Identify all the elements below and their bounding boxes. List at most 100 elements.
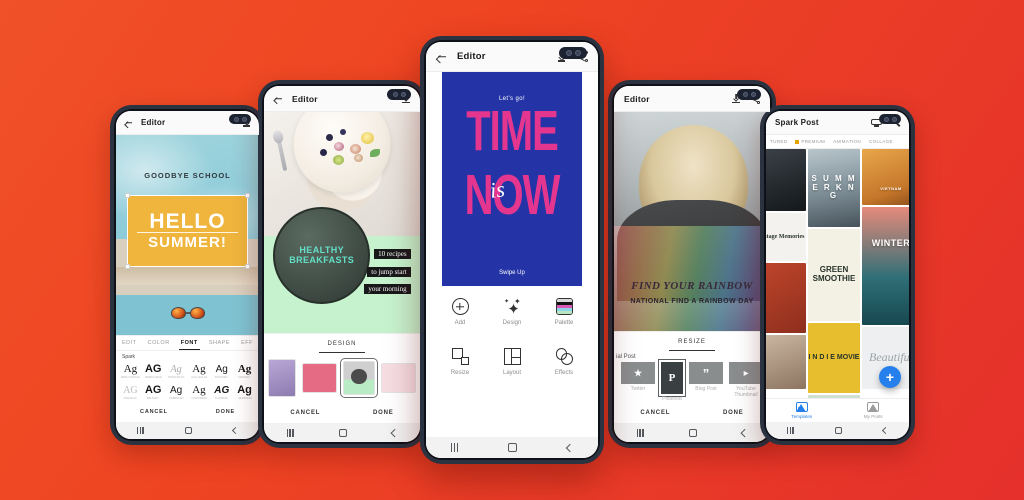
font-option[interactable]: Ag ALBURAN [233,361,256,382]
tool-resize[interactable]: Resize [434,348,486,376]
poster-canvas[interactable]: FIND YOUR RAINBOW NATIONAL FIND A RAINBO… [614,112,770,332]
back-icon[interactable] [124,118,134,128]
font-name: BICKHAM SC [168,374,185,379]
tab-edit[interactable]: EDIT [122,340,137,346]
back-icon[interactable] [436,51,448,63]
font-option[interactable]: AG BEBAS NEUE [142,361,165,382]
resize-handle[interactable] [125,264,131,269]
tab-design[interactable]: DESIGN [264,334,420,353]
tool-add[interactable]: Add [434,298,486,326]
recents-button[interactable] [636,428,644,437]
back-icon[interactable] [273,93,284,104]
resize-option-pinterest[interactable]: P Pinterest [658,359,686,403]
tab-animation[interactable]: ANIMATION [833,139,861,144]
page-title: Editor [141,118,166,127]
tab-shape[interactable]: SHAPE [209,340,230,346]
poster-script-word[interactable]: is [488,176,506,204]
tool-palette[interactable]: Palette [538,298,590,326]
recents-button[interactable] [450,443,459,452]
font-name: ANAFIE SC [123,395,138,400]
done-button[interactable]: DONE [373,410,394,416]
font-option[interactable]: Ag GERMANIA [233,382,256,403]
template-feed[interactable]: Vintage Memories S U M M E R K N G GREEN… [766,149,909,398]
tab-color[interactable]: COLOR [148,340,170,346]
resize-option-twitter[interactable]: ★ Twitter [621,362,655,393]
poster-badge[interactable]: HEALTHY BREAKFASTS [273,207,371,304]
poster-footer[interactable]: Swipe Up [442,270,582,276]
resize-handle[interactable] [244,264,250,269]
cancel-button[interactable]: CANCEL [140,409,168,415]
tab-premium[interactable]: PREMIUM [795,139,825,144]
tab-featured[interactable]: TURED [770,139,787,144]
font-option[interactable]: Ag ABRIL FATFACE [119,361,142,382]
font-option[interactable]: Ag BICKHAM SC [165,361,188,382]
back-button[interactable] [565,443,575,452]
back-button[interactable] [882,426,890,435]
home-button[interactable] [185,427,193,434]
template-card[interactable]: VIETNAM [862,149,909,205]
font-option[interactable]: Ag CANTARENE [188,382,211,403]
bottom-nav-my-posts[interactable]: My Posts [838,399,910,422]
poster-text-box[interactable]: HELLO SUMMER! [125,193,250,269]
template-card[interactable] [766,335,806,389]
font-option[interactable]: AG FLOWERS [210,382,233,403]
create-post-fab[interactable]: + [879,366,901,388]
resize-option-blog[interactable]: ” Blog Post [689,362,723,393]
poster-tag[interactable]: to jump start [367,266,411,277]
tool-layout[interactable]: Layout [486,348,538,376]
poster-line1[interactable]: FIND YOUR RAINBOW [614,280,770,292]
resize-handle[interactable] [125,193,131,198]
poster-canvas[interactable]: HEALTHY BREAKFASTS 10 recipes to jump st… [264,112,420,333]
back-button[interactable] [740,428,749,437]
template-card[interactable]: Vintage Memories [766,213,806,261]
recents-button[interactable] [786,427,794,434]
poster-line2[interactable]: NATIONAL FIND A RAINBOW DAY [614,298,770,305]
font-option[interactable]: Ag CALLUNA SA [188,361,211,382]
design-thumb[interactable] [380,363,416,393]
poster-word1[interactable]: TIME [442,103,582,160]
home-button[interactable] [835,427,843,434]
resize-handle[interactable] [244,193,250,198]
home-button[interactable] [688,428,697,437]
poster-tag[interactable]: 10 recipes [374,249,411,260]
resize-option-youtube[interactable]: ▶ YouTube Thumbnail [729,362,763,399]
poster-word2[interactable]: NOW [442,167,582,224]
done-button[interactable]: DONE [723,410,744,416]
design-thumb[interactable] [268,359,296,397]
tool-design[interactable]: ✦ ✦ ✦ Design [486,298,538,326]
tab-collage[interactable]: COLLAGE [869,139,893,144]
font-option[interactable]: Ag CABRIOLET [165,382,188,403]
home-button[interactable] [508,443,518,452]
template-card[interactable] [766,263,806,333]
template-card[interactable] [766,149,806,211]
poster-canvas[interactable]: GOODBYE SCHOOL HELLO SUMMER! [116,135,259,335]
template-card-label: S U M M E R K N G [811,173,857,201]
tab-resize[interactable]: RESIZE [614,332,770,351]
tab-font[interactable]: FONT [178,340,200,350]
cancel-button[interactable]: CANCEL [640,410,670,416]
poster-tag[interactable]: your morning [364,284,411,295]
bottom-nav-templates[interactable]: Templates [766,399,838,422]
template-card[interactable]: WINTER [862,207,909,325]
poster-canvas[interactable]: Let's go! TIME NOW is Swipe Up [426,72,598,286]
template-card[interactable]: GREEN SMOOTHIE [808,229,860,321]
back-button[interactable] [390,428,399,437]
tool-effects[interactable]: Effects [538,348,590,376]
back-button[interactable] [232,426,240,435]
done-button[interactable]: DONE [216,409,235,415]
design-thumb[interactable] [301,363,338,393]
home-button[interactable] [338,428,347,437]
divider [136,231,239,233]
template-card[interactable] [808,395,860,398]
template-card[interactable]: S U M M E R K N G [808,149,860,227]
template-card[interactable]: I N D I E MOVIE [808,323,860,393]
font-option[interactable]: AG ANAFIE SC [119,382,142,403]
cancel-button[interactable]: CANCEL [290,410,320,416]
font-option[interactable]: Ag BOTANIKA [210,361,233,382]
recents-button[interactable] [286,428,294,437]
design-thumb-selected[interactable] [340,358,378,398]
font-option[interactable]: AG BELFONT [142,382,165,403]
tab-effects[interactable]: EFF [241,340,253,346]
resize-icon [451,348,469,365]
recents-button[interactable] [136,427,144,434]
